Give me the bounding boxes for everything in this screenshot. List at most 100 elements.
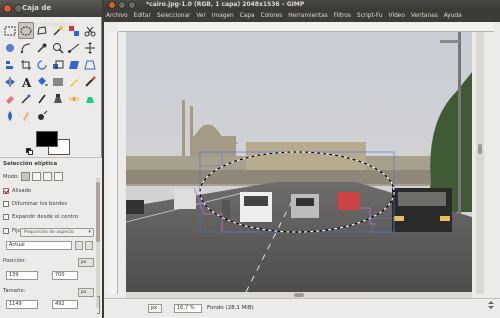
vertical-ruler[interactable] (108, 32, 118, 294)
tool-ink[interactable] (34, 90, 50, 107)
tool-color-select[interactable] (66, 22, 82, 39)
tool-scissors[interactable] (82, 22, 98, 39)
tool-scale[interactable] (50, 56, 66, 73)
expand-center-checkbox[interactable]: Expandir desde el centro (3, 214, 78, 220)
tool-options-title: Selección elíptica (3, 161, 58, 167)
tool-bucket-fill[interactable] (34, 73, 50, 90)
antialias-checkbox[interactable]: Alisado (3, 188, 31, 194)
mode-subtract-button[interactable] (43, 172, 53, 181)
tool-grid: A (2, 22, 100, 124)
menu-item-3[interactable]: Ver (196, 13, 205, 19)
tool-paths[interactable] (18, 39, 34, 56)
mode-intersect-button[interactable] (54, 172, 64, 181)
crop-icon (21, 59, 31, 70)
menu-item-5[interactable]: Capa (240, 13, 255, 19)
perspective-icon (84, 60, 96, 69)
tool-pencil[interactable] (66, 73, 82, 90)
vertical-scrollbar[interactable] (476, 32, 484, 294)
landscape-button[interactable] (85, 241, 93, 250)
tool-free-select[interactable] (34, 22, 50, 39)
feather-checkbox[interactable]: Difuminar los bordes (3, 201, 67, 207)
tool-blur[interactable] (2, 107, 18, 124)
zoom-select[interactable]: 16,7 % (174, 304, 202, 313)
menu-item-9[interactable]: Script-Fu (357, 13, 383, 19)
cairo-photo (126, 32, 472, 292)
fuzzy-select-icon (53, 25, 63, 36)
position-y-field[interactable]: 700 (52, 271, 78, 280)
options-scrollbar[interactable] (96, 178, 100, 308)
size-width-field[interactable]: 1149 (6, 300, 38, 309)
tool-measure[interactable] (66, 39, 82, 56)
foreground-color[interactable] (36, 131, 58, 147)
tool-crop[interactable] (18, 56, 34, 73)
tool-zoom[interactable] (50, 39, 66, 56)
image-title: *cairo.jpg-1.0 (RGB, 1 capa) 2048x1536 –… (146, 1, 305, 8)
navigate-icon[interactable] (486, 294, 496, 309)
toolbox-window: Caja de herramientas A Selección elíptic… (0, 0, 102, 318)
layer-info: Fondo (28,1 MiB) (207, 305, 254, 311)
pencil-icon (70, 78, 78, 87)
fixed-checkbox[interactable]: Fijo (3, 228, 21, 234)
fixed-mode-select[interactable]: Proporción de aspecto (20, 228, 94, 237)
unit-select[interactable]: px (148, 304, 162, 313)
menu-item-0[interactable]: Archivo (106, 13, 128, 19)
tool-perspective[interactable] (82, 56, 98, 73)
size-unit-select[interactable]: px (78, 288, 94, 297)
menu-item-2[interactable]: Seleccionar (157, 13, 191, 19)
zoom-icon (53, 42, 64, 54)
mode-add-button[interactable] (32, 172, 42, 181)
tool-shear[interactable] (66, 56, 82, 73)
blend-icon (53, 77, 63, 86)
tool-fuzzy-select[interactable] (50, 22, 66, 39)
tool-color-picker[interactable] (34, 39, 50, 56)
aspect-ratio-field[interactable]: Actual (6, 241, 72, 250)
position-unit-select[interactable]: px (78, 258, 94, 267)
measure-icon (68, 43, 80, 53)
chain-icon[interactable] (97, 296, 100, 314)
menu-item-12[interactable]: Ayuda (444, 13, 462, 19)
rotate-icon (37, 59, 47, 70)
position-x-field[interactable]: 139 (6, 271, 38, 280)
tool-smudge[interactable] (18, 107, 34, 124)
toolbox-titlebar: Caja de herramientas (0, 0, 102, 29)
expand-check-icon (3, 214, 9, 220)
horizontal-ruler[interactable] (118, 22, 494, 37)
minimize-icon[interactable] (118, 1, 126, 9)
feather-check-icon (3, 201, 9, 207)
maximize-icon[interactable] (128, 1, 136, 9)
antialias-check-icon (3, 188, 9, 194)
tool-heal[interactable] (66, 90, 82, 107)
size-height-field[interactable]: 492 (52, 300, 78, 309)
tool-foreground-select[interactable] (2, 39, 18, 56)
menu-item-7[interactable]: Herramientas (288, 13, 328, 19)
tool-blend[interactable] (50, 73, 66, 90)
position-label: Posición: (3, 258, 27, 264)
tool-paintbrush[interactable] (82, 73, 98, 90)
menu-item-10[interactable]: Vídeo (389, 13, 405, 19)
tool-flip[interactable] (2, 73, 18, 90)
close-icon[interactable] (3, 4, 12, 13)
portrait-button[interactable] (75, 241, 83, 250)
default-colors-icon[interactable] (26, 148, 33, 155)
tool-move[interactable] (82, 39, 98, 56)
menu-item-11[interactable]: Ventanas (411, 13, 438, 19)
menu-item-6[interactable]: Colores (261, 13, 283, 19)
tool-dodge-burn[interactable] (34, 107, 50, 124)
tool-ellipse-select[interactable] (18, 22, 34, 39)
menu-item-1[interactable]: Editar (134, 13, 151, 19)
tool-eraser[interactable] (2, 90, 18, 107)
menu-item-4[interactable]: Imagen (212, 13, 234, 19)
image-window: *cairo.jpg-1.0 (RGB, 1 capa) 2048x1536 –… (104, 0, 500, 318)
tool-perspective-clone[interactable] (82, 90, 98, 107)
mode-replace-button[interactable] (21, 172, 31, 181)
tool-airbrush[interactable] (18, 90, 34, 107)
image-canvas[interactable] (126, 32, 472, 292)
tool-align[interactable] (2, 56, 18, 73)
tool-rect-select[interactable] (2, 22, 18, 39)
clone-icon (54, 93, 62, 103)
close-icon[interactable] (108, 1, 116, 9)
tool-text[interactable]: A (18, 73, 34, 90)
tool-rotate[interactable] (34, 56, 50, 73)
menu-item-8[interactable]: Filtros (334, 13, 351, 19)
tool-clone[interactable] (50, 90, 66, 107)
